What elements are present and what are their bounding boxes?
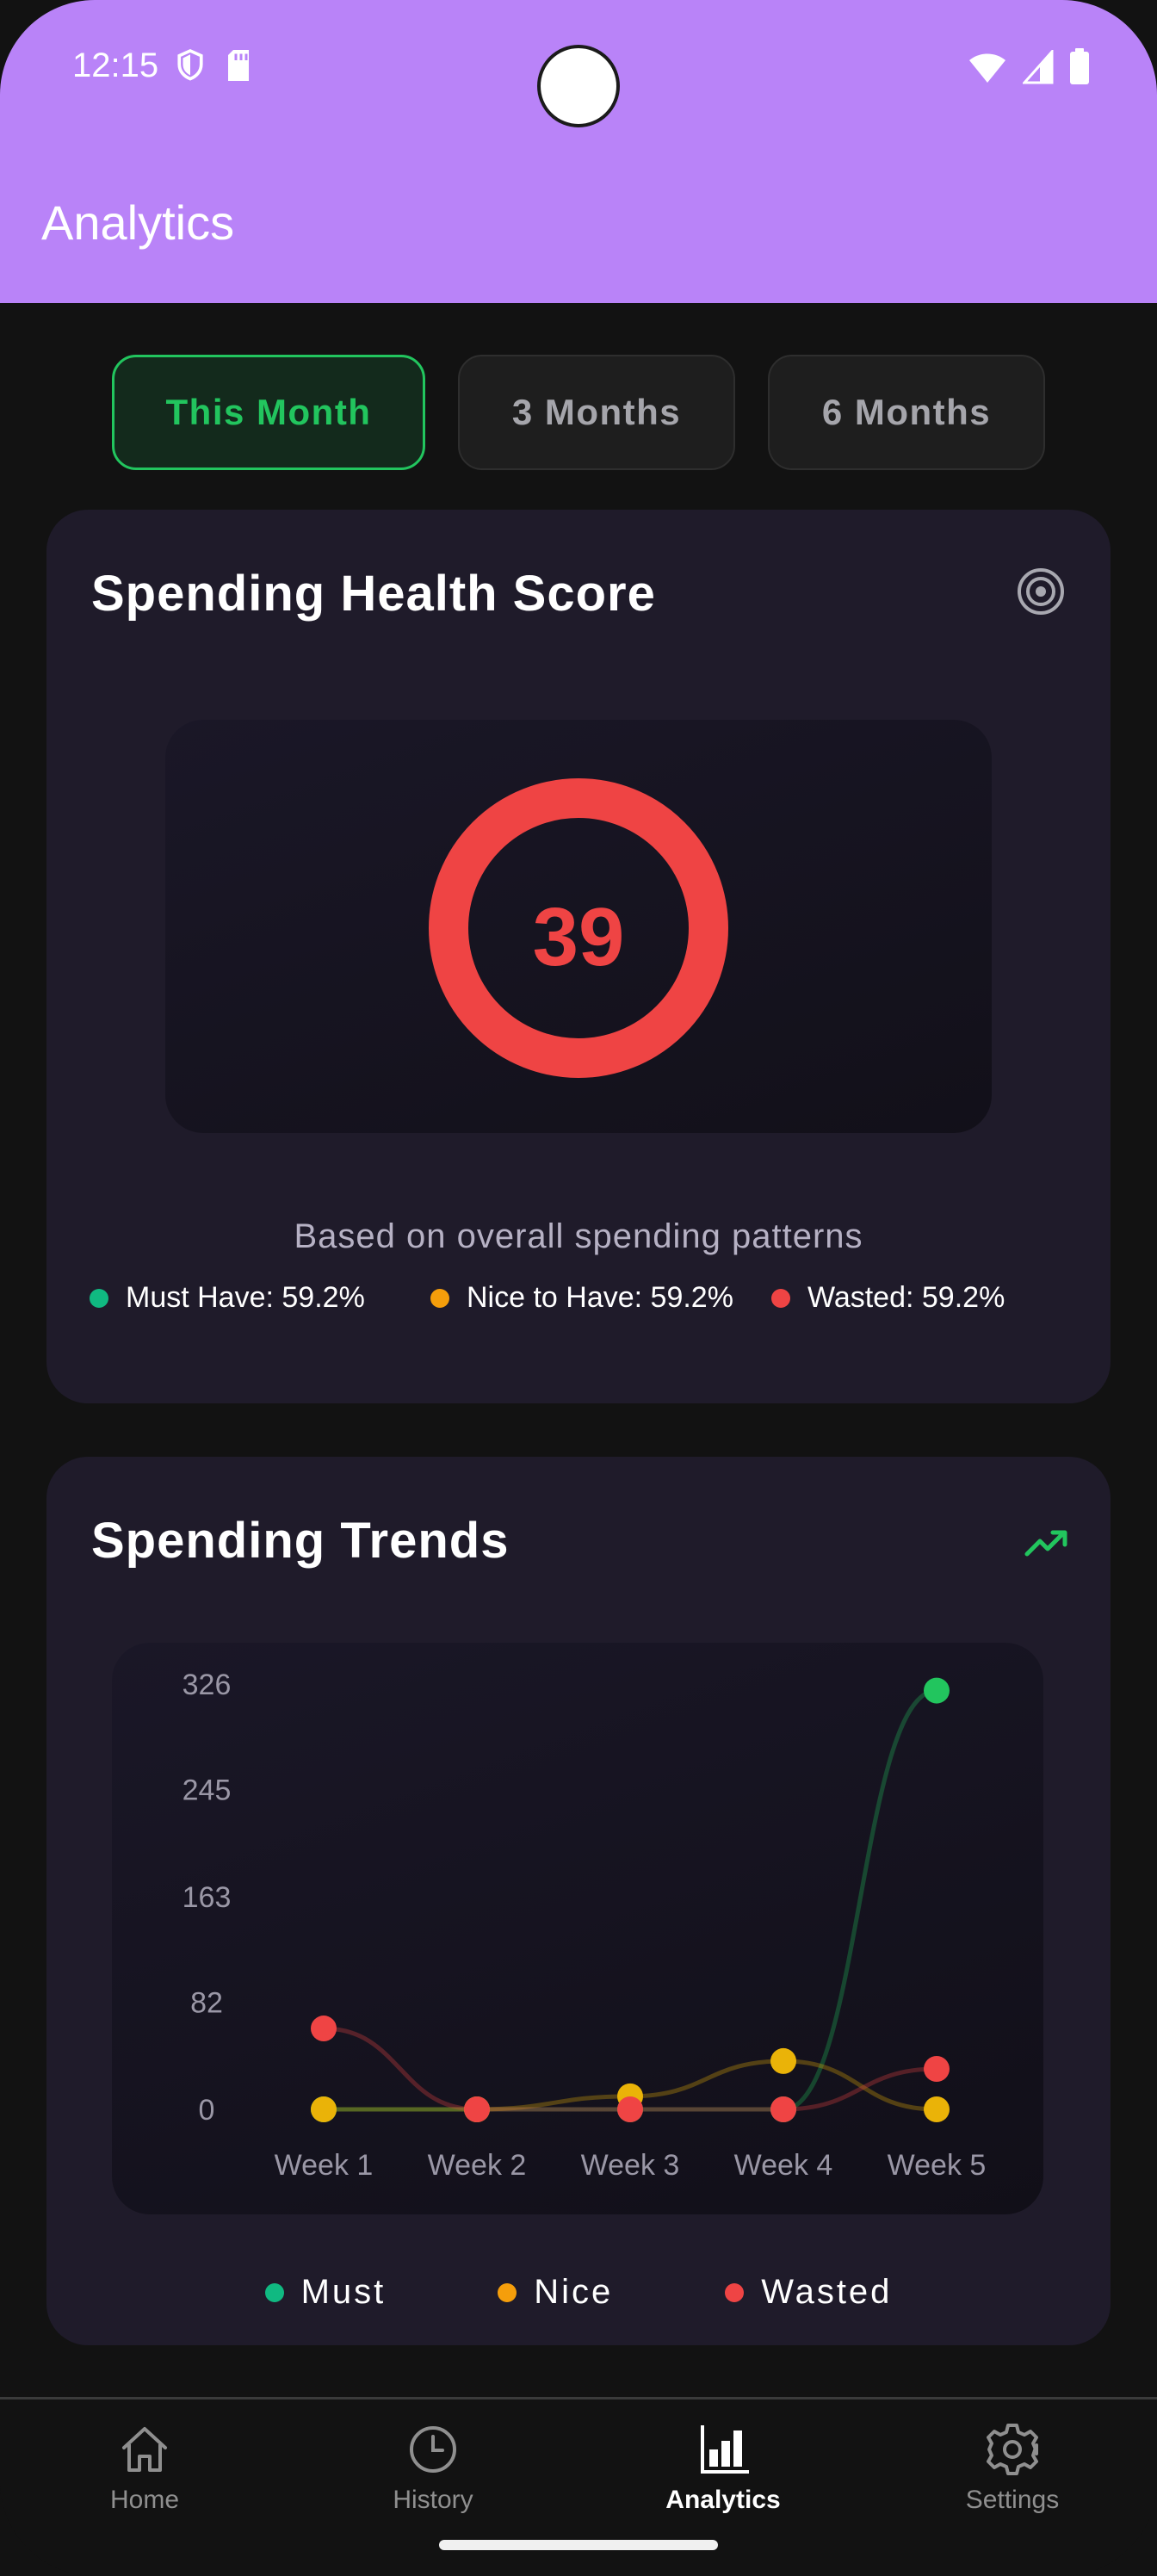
- trend-legend-dot-nice: [498, 2282, 517, 2302]
- legend-nice-to-have-label: Nice to Have: 59.2%: [467, 1281, 733, 1314]
- signal-icon: [1023, 50, 1054, 84]
- trend-legend-must-label: Must: [300, 2273, 387, 2311]
- series-line-must: [323, 1688, 937, 2112]
- home-icon: [122, 2427, 167, 2472]
- history-icon: [410, 2426, 456, 2473]
- trend-legend: Must Nice Wasted: [46, 2273, 1111, 2312]
- trend-legend-must: Must: [264, 2273, 387, 2312]
- analytics-icon: [701, 2425, 749, 2474]
- y-tick-label: 326: [183, 1669, 232, 1701]
- x-tick-label: Week 2: [428, 2149, 527, 2182]
- legend-nice-to-have: Nice to Have: 59.2%: [430, 1281, 771, 1315]
- trend-chart: 0 82 163 245 326 Week 1 Week 2 Week 3 Week 4 Week…: [183, 1669, 987, 2182]
- spending-trends-card: Spending Trends 0 82 163 245 326 Week 1 Week 2…: [46, 1457, 1111, 2345]
- x-tick-label: Week 5: [888, 2149, 987, 2182]
- legend-must-have: Must Have: 59.2%: [90, 1281, 430, 1315]
- tab-6-months[interactable]: 6 Months: [768, 355, 1045, 470]
- point-must: [924, 1677, 950, 1704]
- point-nice: [770, 2047, 796, 2074]
- point-wasted: [617, 2096, 643, 2122]
- point-wasted: [464, 2096, 490, 2122]
- x-tick-label: Week 4: [734, 2149, 833, 2182]
- point-nice: [924, 2096, 950, 2122]
- trend-legend-dot-wasted: [725, 2282, 745, 2302]
- y-tick-label: 0: [199, 2094, 215, 2127]
- health-score-title: Spending Health Score: [91, 566, 656, 622]
- target-icon: [1018, 568, 1064, 615]
- nav-settings-label: Settings: [965, 2486, 1060, 2514]
- point-wasted: [770, 2096, 796, 2122]
- battery-icon: [1070, 48, 1089, 84]
- legend-dot-must: [90, 1288, 108, 1308]
- nav-history-label: History: [393, 2486, 473, 2514]
- score-subtitle: Based on overall spending patterns: [294, 1217, 863, 1255]
- nav-home[interactable]: Home: [59, 2422, 231, 2515]
- score-value: 39: [532, 891, 625, 983]
- nav-analytics-label: Analytics: [665, 2486, 781, 2514]
- legend-wasted-label: Wasted: 59.2%: [807, 1281, 1005, 1314]
- nav-history[interactable]: History: [347, 2422, 519, 2515]
- trend-chart-panel: 0 82 163 245 326 Week 1 Week 2 Week 3 Week 4 Week…: [112, 1643, 1043, 2214]
- y-tick-label: 245: [183, 1774, 232, 1807]
- page-title: Analytics: [41, 195, 235, 250]
- legend-wasted: Wasted: 59.2%: [771, 1281, 1005, 1315]
- range-tabs: This Month 3 Months 6 Months: [112, 355, 1045, 470]
- x-tick-label: Week 1: [275, 2149, 374, 2182]
- y-tick-label: 82: [190, 1987, 223, 2020]
- trend-legend-wasted-label: Wasted: [761, 2273, 893, 2311]
- trend-legend-dot-must: [264, 2282, 284, 2302]
- shield-icon: [177, 48, 203, 81]
- status-icons-left: [176, 48, 251, 83]
- wifi-icon: [969, 53, 1005, 83]
- x-tick-label: Week 3: [581, 2149, 680, 2182]
- point-wasted: [311, 2016, 337, 2042]
- tab-3-months[interactable]: 3 Months: [458, 355, 735, 470]
- health-score-card: Spending Health Score 39 Based on overal…: [46, 510, 1111, 1403]
- sd-card-icon: [228, 50, 249, 81]
- app-bar: 12:15 Analytics: [0, 0, 1157, 303]
- nav-analytics[interactable]: Analytics: [637, 2422, 809, 2515]
- trend-legend-nice-label: Nice: [534, 2273, 614, 2311]
- legend-must-have-label: Must Have: 59.2%: [126, 1281, 365, 1314]
- status-time: 12:15: [72, 46, 159, 84]
- legend-dot-nice: [430, 1288, 449, 1308]
- home-indicator[interactable]: [439, 2540, 718, 2550]
- camera-cutout: [537, 45, 620, 127]
- y-tick-label: 163: [183, 1881, 232, 1914]
- score-legend: Must Have: 59.2% Nice to Have: 59.2% Was…: [90, 1281, 1005, 1315]
- point-nice: [311, 2096, 337, 2122]
- status-icons-right: [968, 48, 1090, 84]
- score-panel: 39: [165, 720, 992, 1133]
- trend-legend-wasted: Wasted: [725, 2273, 892, 2312]
- nav-settings[interactable]: Settings: [926, 2422, 1098, 2515]
- spending-trends-title: Spending Trends: [91, 1513, 510, 1569]
- legend-dot-wasted: [771, 1288, 790, 1308]
- point-wasted: [924, 2056, 950, 2083]
- tab-this-month[interactable]: This Month: [112, 355, 425, 470]
- settings-icon: [987, 2424, 1038, 2475]
- trending-up-icon: [1024, 1530, 1067, 1557]
- screen: 12:15 Analytics This Month 3 Months 6 Mo…: [0, 0, 1157, 2576]
- trend-legend-nice: Nice: [498, 2273, 613, 2312]
- nav-home-label: Home: [109, 2486, 180, 2514]
